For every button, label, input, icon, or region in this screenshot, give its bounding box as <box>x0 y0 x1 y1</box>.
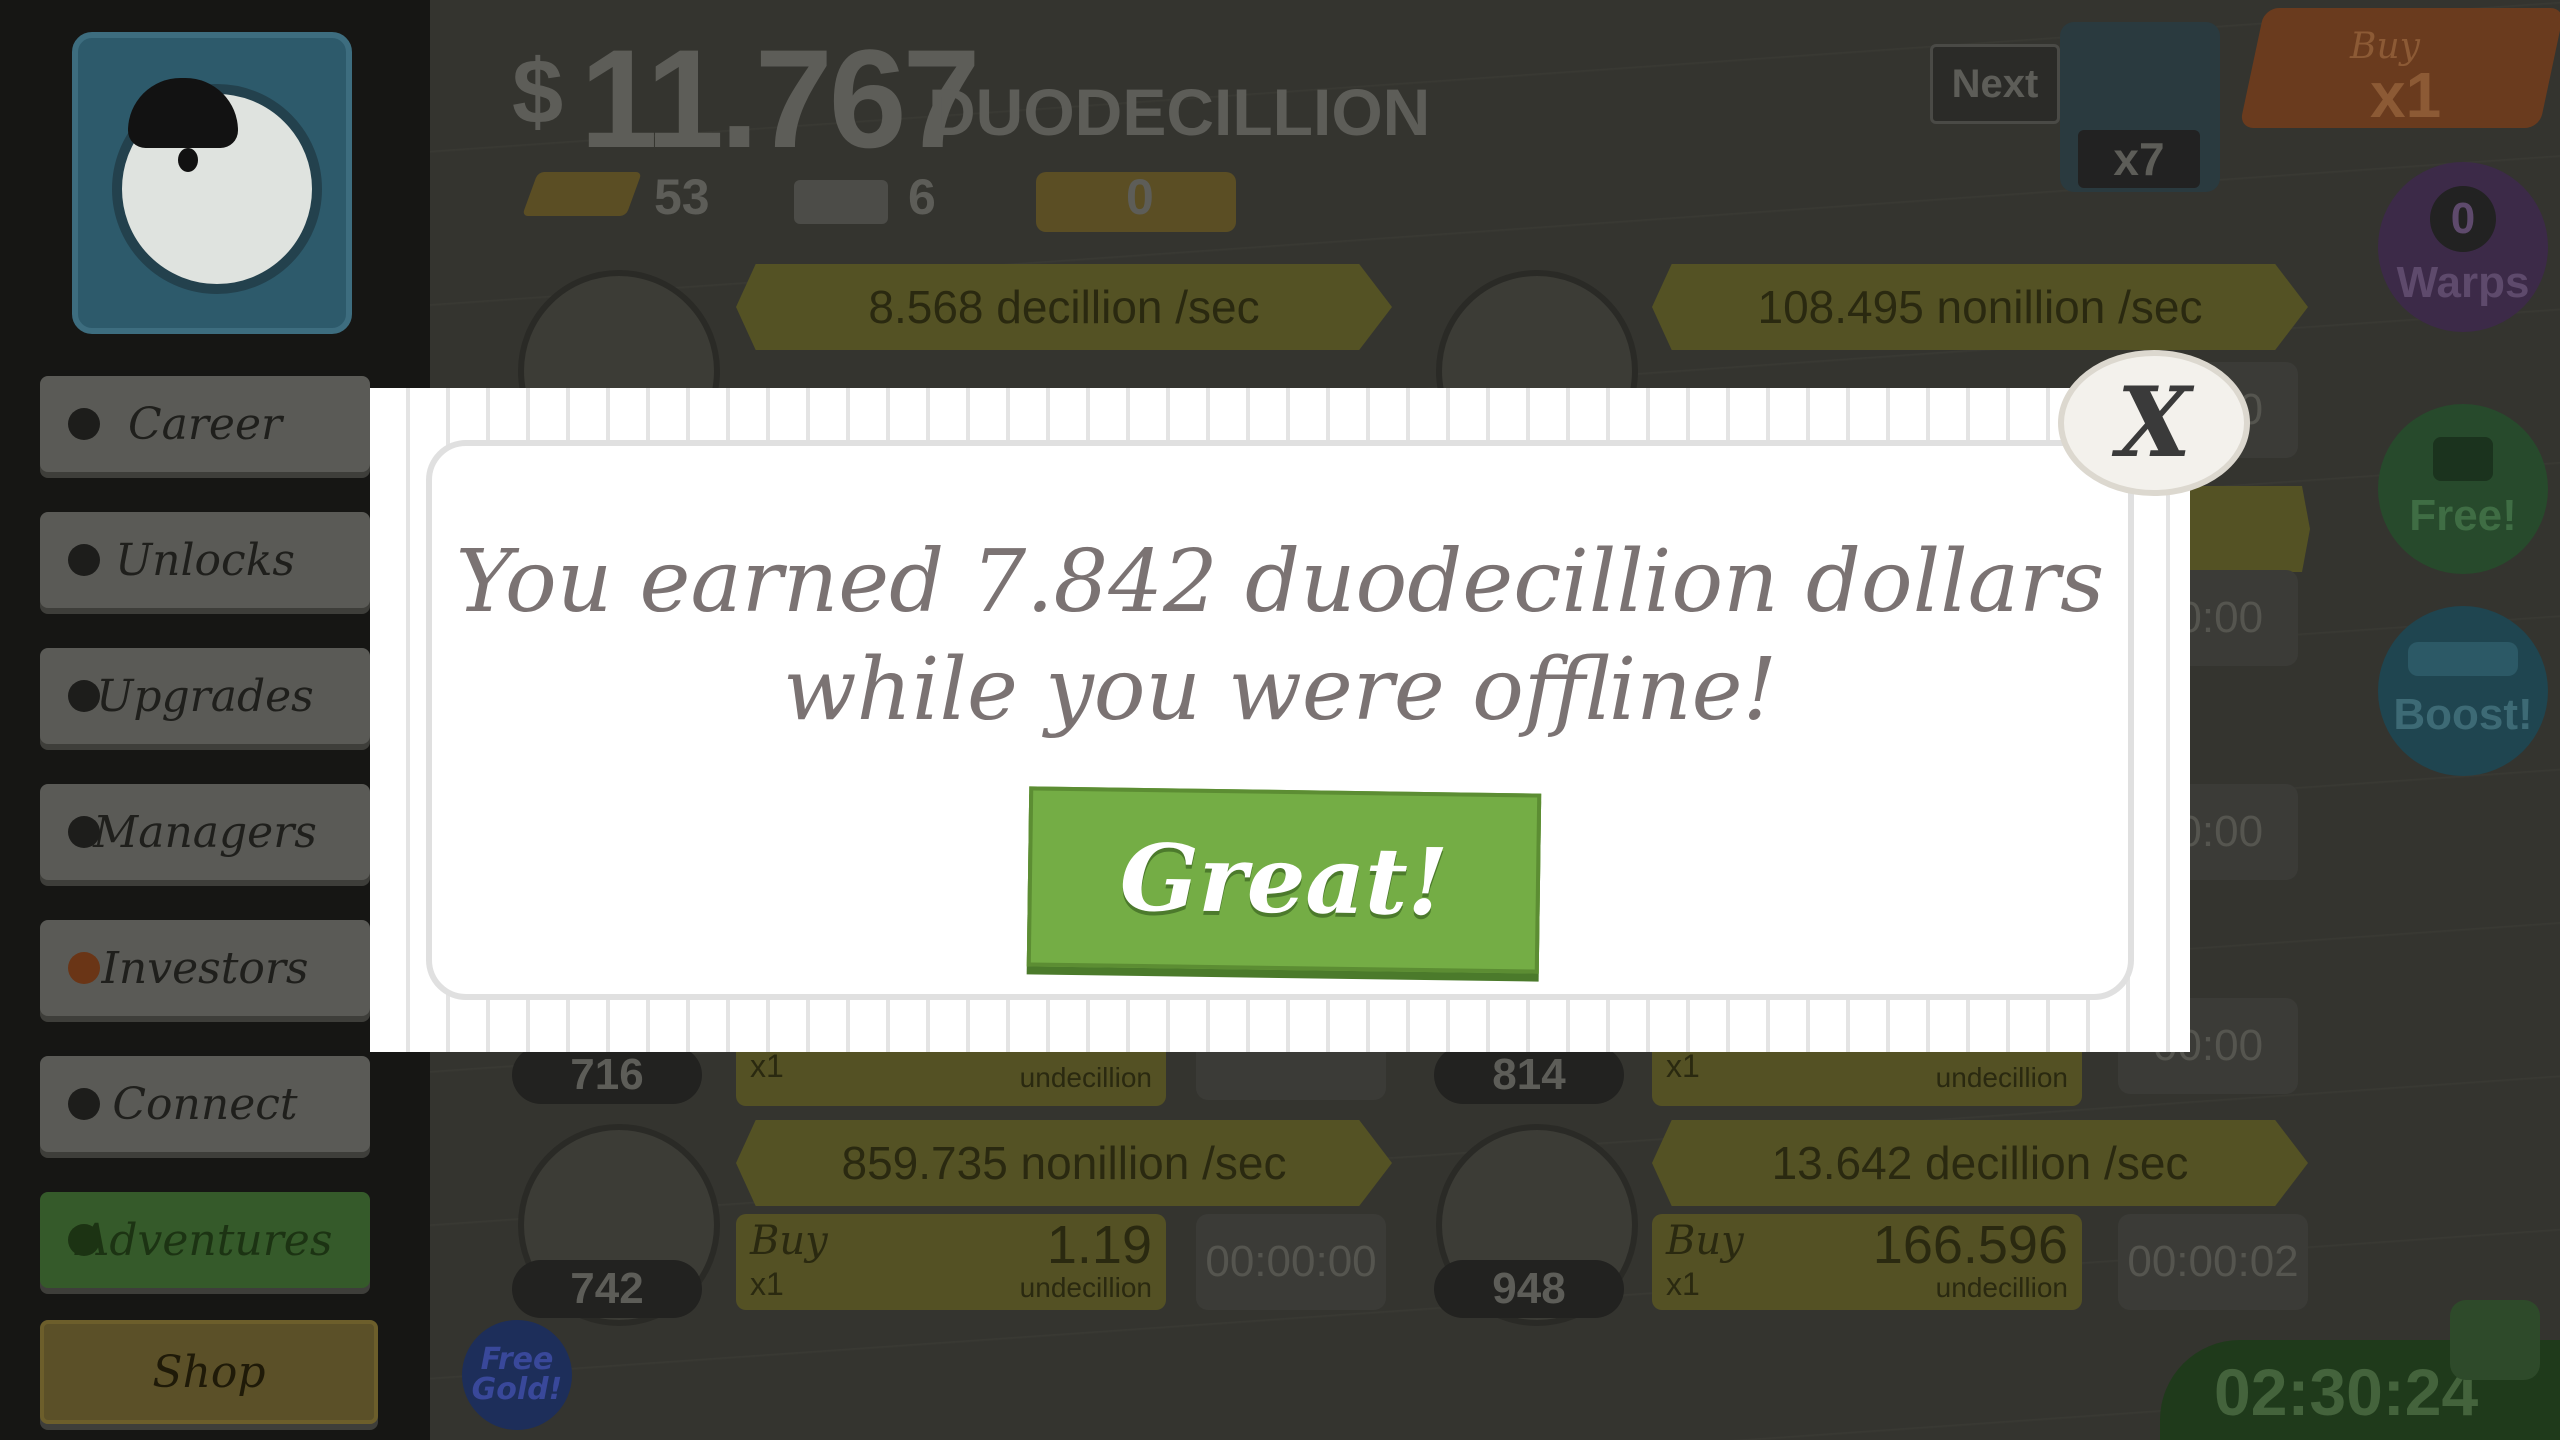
business-rate: 13.642 decillion /sec <box>1652 1120 2308 1206</box>
sidebar-item-label: Upgrades <box>96 670 314 722</box>
business-timer: 00:00:00 <box>1196 1214 1386 1310</box>
notification-dot <box>68 680 100 712</box>
buy-business-button[interactable]: Buy x1 1.19 undecillion <box>736 1214 1166 1310</box>
money-unit: DUODECILLION <box>928 75 1431 149</box>
money-total: 11.767 <box>580 20 980 177</box>
price-value: 166.596 <box>1872 1215 2068 1275</box>
free-gold-button[interactable]: Free Gold! <box>462 1320 572 1430</box>
sidebar-item-label: Shop <box>152 1346 266 1398</box>
sidebar-item-label: Career <box>127 398 283 450</box>
notification-dot <box>68 952 100 984</box>
free-label: Free! <box>2409 491 2517 540</box>
business-rate: 108.495 nonillion /sec <box>1652 264 2308 350</box>
gold-count: 53 <box>654 169 710 225</box>
price-unit: undecillion <box>1935 1062 2068 1093</box>
warps-label: Warps <box>2396 258 2530 307</box>
free-button[interactable]: Free! <box>2378 404 2548 574</box>
price-unit: undecillion <box>1019 1062 1152 1093</box>
boost-button[interactable]: Boost! <box>2378 606 2548 776</box>
car-icon <box>2408 642 2518 676</box>
sidebar-item-label: Connect <box>112 1078 298 1130</box>
business-count: 814 <box>1434 1046 1624 1104</box>
sidebar-item-unlocks[interactable]: Unlocks <box>40 512 370 608</box>
buy-label: Buy <box>750 1218 828 1264</box>
profit-multiplier: x7 <box>2078 130 2200 188</box>
next-button[interactable]: Next <box>1930 44 2060 124</box>
avatar-eye <box>178 148 198 172</box>
boost-label: Boost! <box>2393 690 2533 739</box>
business-timer: 00:00:02 <box>2118 1214 2308 1310</box>
sidebar-item-label: Investors <box>101 942 309 994</box>
buy-amount: x1 <box>1666 1266 1700 1302</box>
close-button[interactable]: X <box>2058 350 2250 496</box>
megabucks-count: 6 <box>908 169 936 225</box>
sidebar-item-managers[interactable]: Managers <box>40 784 370 880</box>
buy-amount: x1 <box>750 1048 784 1084</box>
buy-amount-value: x1 <box>2370 59 2442 131</box>
notification-dot <box>68 1224 100 1256</box>
sidebar-item-label: Managers <box>93 806 317 858</box>
sidebar-item-label: Adventures <box>77 1214 333 1266</box>
notification-dot <box>68 408 100 440</box>
price-unit: undecillion <box>1935 1272 2068 1303</box>
buy-label: Buy <box>1666 1218 1744 1264</box>
buy-amount: x1 <box>1666 1048 1700 1084</box>
price-unit: undecillion <box>1019 1272 1152 1303</box>
business-count: 948 <box>1434 1260 1624 1318</box>
tv-icon <box>2433 437 2493 481</box>
notification-dot <box>68 816 100 848</box>
alert-tv-icon[interactable] <box>2450 1300 2540 1380</box>
gold-bars-icon <box>72 1356 104 1388</box>
buy-business-button[interactable]: Buy x1 166.596 undecillion <box>1652 1214 2082 1310</box>
price-value: 1.19 <box>1046 1215 1152 1275</box>
business-rate: 8.568 decillion /sec <box>736 264 1392 350</box>
business-count: 716 <box>512 1046 702 1104</box>
warps-count: 0 <box>2430 186 2496 252</box>
gold-bars-icon <box>521 172 643 216</box>
business-rate: 859.735 nonillion /sec <box>736 1120 1392 1206</box>
notification-dot <box>68 1088 100 1120</box>
buy-amount: x1 <box>750 1266 784 1302</box>
event-countdown: 02:30:24 <box>2214 1355 2479 1429</box>
money-symbol: $ <box>512 41 564 143</box>
warps-button[interactable]: 0 Warps <box>2378 162 2548 332</box>
sidebar-item-investors[interactable]: Investors <box>40 920 370 1016</box>
close-icon: X <box>2116 366 2192 479</box>
great-button[interactable]: Great! <box>1026 786 1542 974</box>
business-count: 742 <box>512 1260 702 1318</box>
sidebar-item-label: Unlocks <box>115 534 295 586</box>
tickets-count: 0 <box>1126 169 1154 225</box>
sidebar-item-upgrades[interactable]: Upgrades <box>40 648 370 744</box>
sidebar-item-connect[interactable]: Connect <box>40 1056 370 1152</box>
notification-dot <box>68 544 100 576</box>
megabucks-icon <box>794 180 888 224</box>
sidebar-item-shop[interactable]: Shop <box>40 1320 378 1424</box>
sidebar-item-adventures[interactable]: Adventures <box>40 1192 370 1288</box>
player-avatar[interactable] <box>72 32 352 334</box>
offline-earnings-message: You earned 7.842 duodecillion dollars wh… <box>455 532 2105 740</box>
sidebar-item-career[interactable]: Career <box>40 376 370 472</box>
